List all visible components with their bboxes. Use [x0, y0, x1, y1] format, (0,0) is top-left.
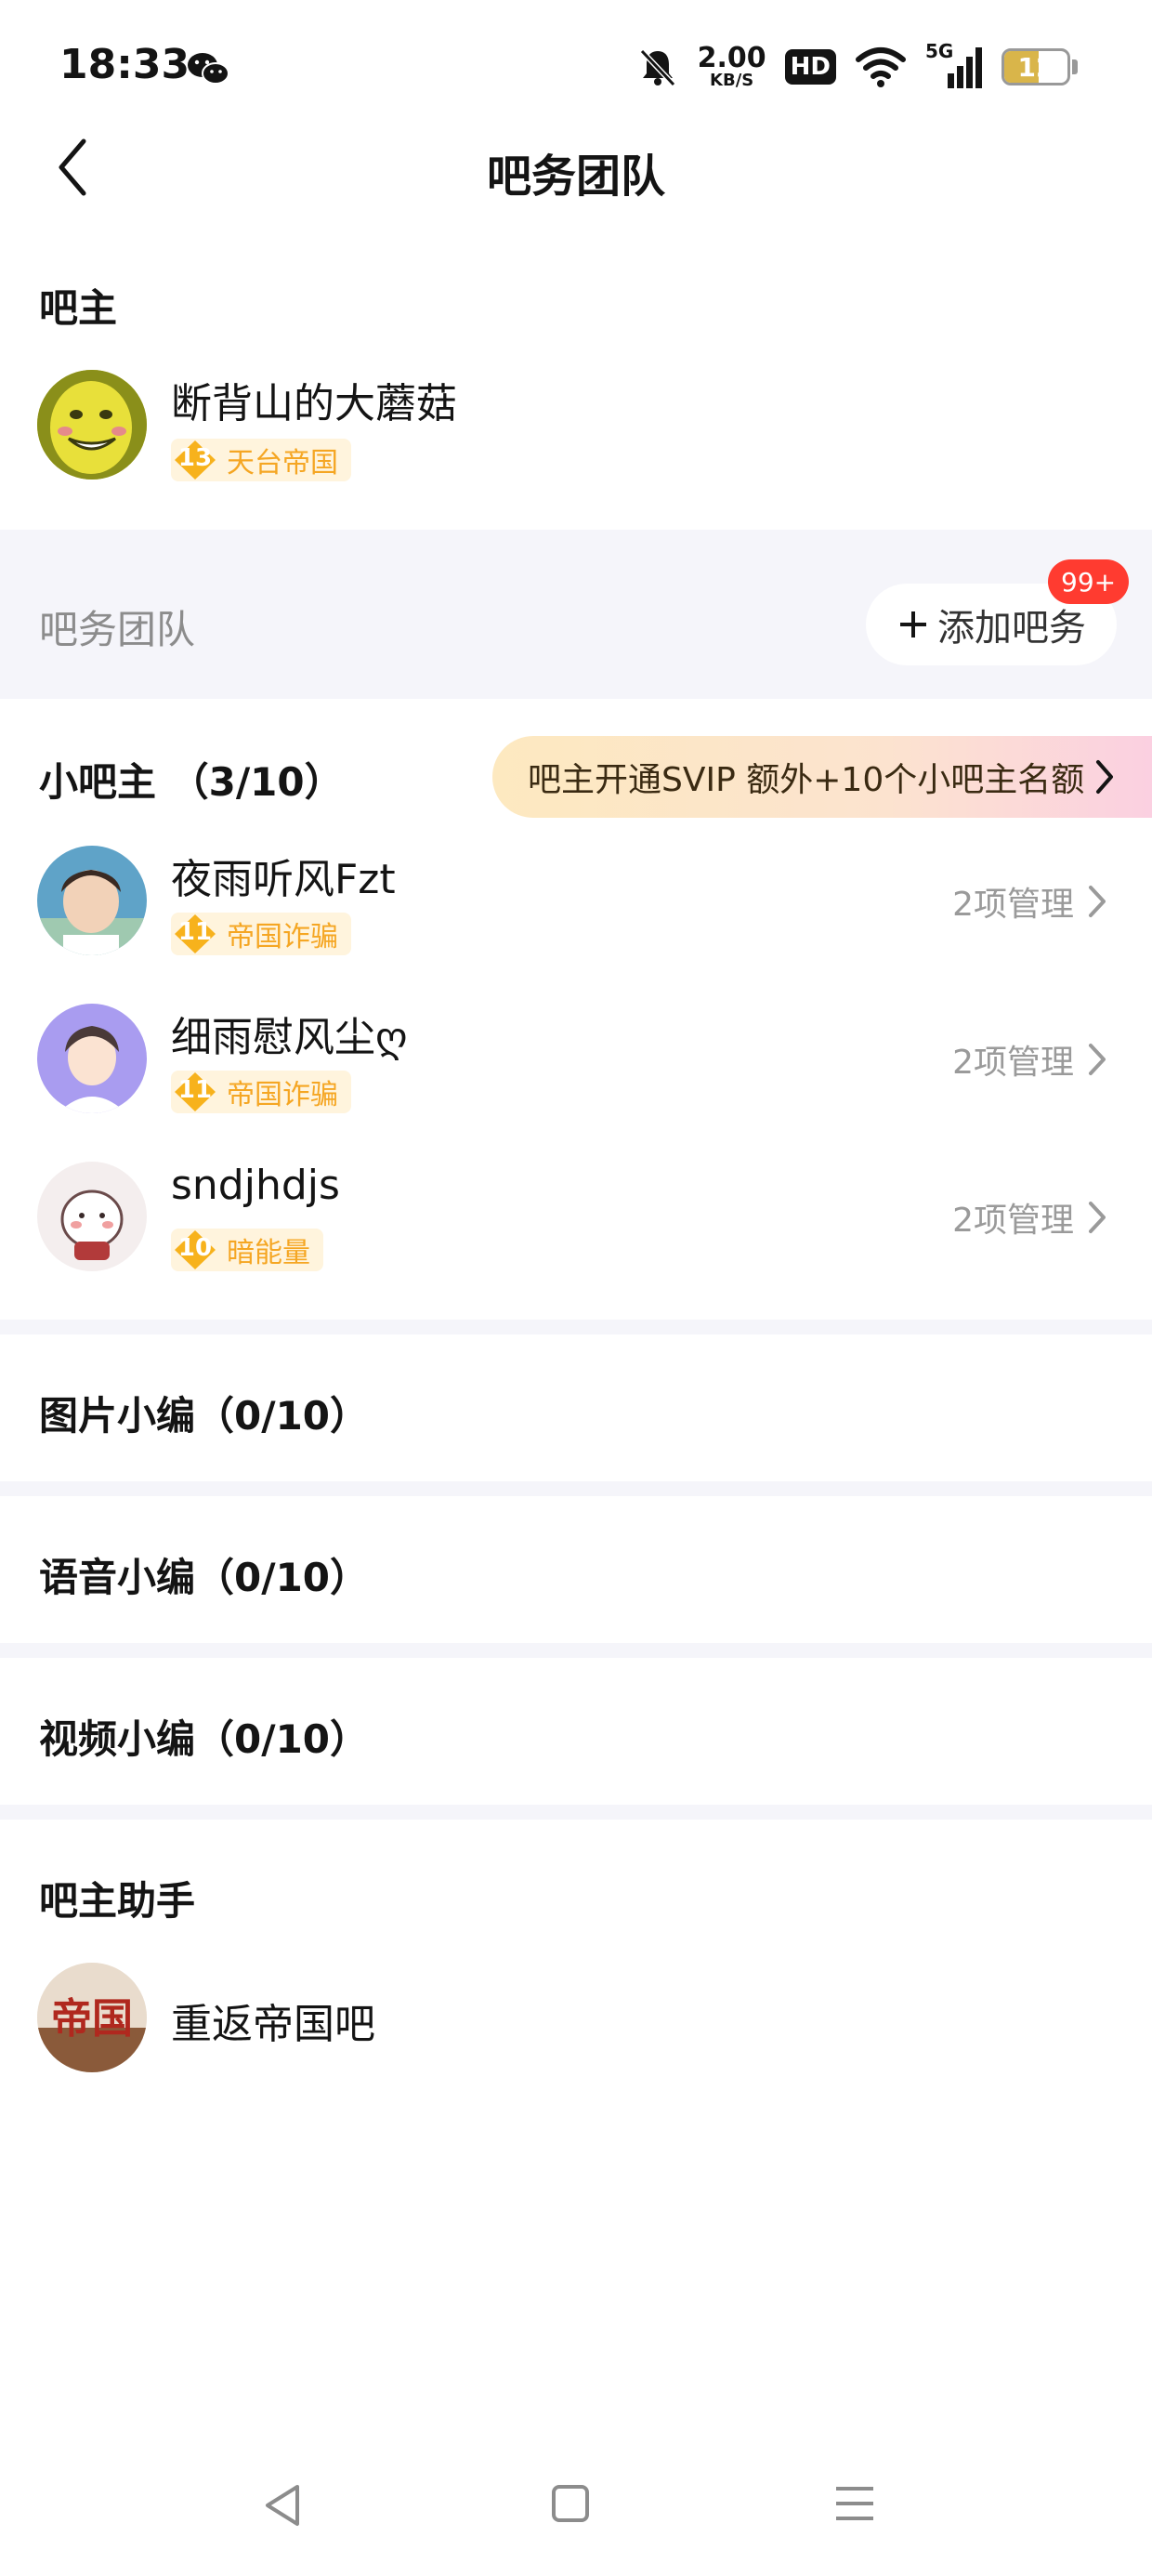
battery-level: 12	[1017, 52, 1054, 83]
level-gem-icon: 11	[171, 1071, 219, 1113]
system-nav-bar	[0, 2453, 1152, 2556]
member-name: sndjhdjs	[171, 1162, 340, 1209]
chevron-right-icon	[1089, 1044, 1106, 1075]
avatar[interactable]	[37, 1162, 147, 1271]
manage-count: 2项管理	[952, 1202, 1074, 1240]
chevron-right-icon	[1089, 1202, 1106, 1233]
net-speed: 2.00 KB/S	[698, 45, 766, 89]
chevron-right-icon	[1096, 760, 1113, 794]
signal-icon: 5G	[925, 40, 983, 90]
avatar-text: 帝国	[51, 1995, 133, 2043]
section-divider	[0, 1320, 1152, 1334]
level-title: 暗能量	[227, 1237, 310, 1269]
manage-count: 2项管理	[952, 1044, 1074, 1082]
status-bar: 18:33 2.00 KB/S HD 5G 12	[0, 0, 1152, 130]
member-name: 细雨慰风尘ღ	[171, 1014, 408, 1061]
mute-bell-icon	[639, 48, 675, 87]
avatar[interactable]	[37, 370, 147, 480]
wifi-icon	[856, 47, 906, 87]
level-title: 帝国诈骗	[227, 921, 338, 953]
avatar[interactable]	[37, 1004, 147, 1113]
battery-cap	[1072, 59, 1078, 74]
manage-link[interactable]: 2项管理	[952, 1193, 1107, 1242]
level-title: 天台帝国	[227, 447, 338, 480]
level-title: 帝国诈骗	[227, 1079, 338, 1111]
level-number: 11	[177, 1076, 213, 1104]
level-gem-icon: 13	[171, 439, 219, 481]
net-speed-unit: KB/S	[710, 71, 754, 90]
member-name: 断背山的大蘑菇	[171, 380, 457, 427]
chevron-right-icon	[1089, 886, 1106, 917]
level-badge: 11 帝国诈骗	[171, 913, 351, 955]
wechat-icon	[188, 53, 229, 85]
level-number: 11	[177, 918, 213, 946]
status-icons: 2.00 KB/S HD 5G 12	[636, 40, 1078, 93]
voice-editor-section-title[interactable]: 语音小编（0/10）	[39, 1546, 369, 1603]
level-gem-icon: 10	[171, 1229, 219, 1271]
image-editor-section-title[interactable]: 图片小编（0/10）	[39, 1385, 369, 1441]
level-number: 10	[177, 1234, 213, 1262]
section-divider	[0, 1481, 1152, 1496]
avatar[interactable]	[37, 846, 147, 955]
add-button-label: 添加吧务	[937, 607, 1086, 650]
page-header: 吧务团队	[0, 130, 1152, 204]
svip-banner[interactable]: 吧主开通SVIP 额外+10个小吧主名额	[492, 736, 1152, 818]
section-divider	[0, 1805, 1152, 1820]
owner-section-title: 吧主	[39, 285, 118, 331]
level-badge: 10 暗能量	[171, 1229, 323, 1271]
page-title: 吧务团队	[486, 151, 665, 203]
nav-home-icon[interactable]	[550, 2481, 591, 2526]
status-time: 18:33	[59, 41, 190, 88]
plus-icon	[900, 611, 926, 637]
manage-link[interactable]: 2项管理	[952, 1035, 1107, 1084]
nav-back-icon[interactable]	[260, 2481, 305, 2530]
manage-link[interactable]: 2项管理	[952, 877, 1107, 926]
manage-count: 2项管理	[952, 886, 1074, 924]
hd-badge: HD	[784, 49, 836, 85]
level-badge: 11 帝国诈骗	[171, 1071, 351, 1113]
level-number: 13	[177, 444, 213, 472]
battery-icon: 12	[1001, 48, 1070, 85]
section-divider	[0, 1643, 1152, 1658]
level-gem-icon: 11	[171, 913, 219, 955]
avatar[interactable]: 帝国	[37, 1963, 147, 2072]
notification-badge: 99+	[1048, 559, 1130, 604]
video-editor-section-title[interactable]: 视频小编（0/10）	[39, 1708, 369, 1765]
net-speed-value: 2.00	[697, 42, 766, 74]
nav-menu-icon[interactable]	[832, 2481, 877, 2526]
member-name: 重返帝国吧	[171, 2001, 375, 2048]
member-name: 夜雨听风Fzt	[171, 856, 396, 903]
level-badge: 13 天台帝国	[171, 439, 351, 481]
sub-owner-section-title: 小吧主 （3/10）	[39, 759, 344, 805]
assistant-section-title: 吧主助手	[39, 1878, 196, 1924]
team-label: 吧务团队	[39, 607, 196, 652]
svip-banner-text: 吧主开通SVIP 额外+10个小吧主名额	[528, 761, 1085, 799]
